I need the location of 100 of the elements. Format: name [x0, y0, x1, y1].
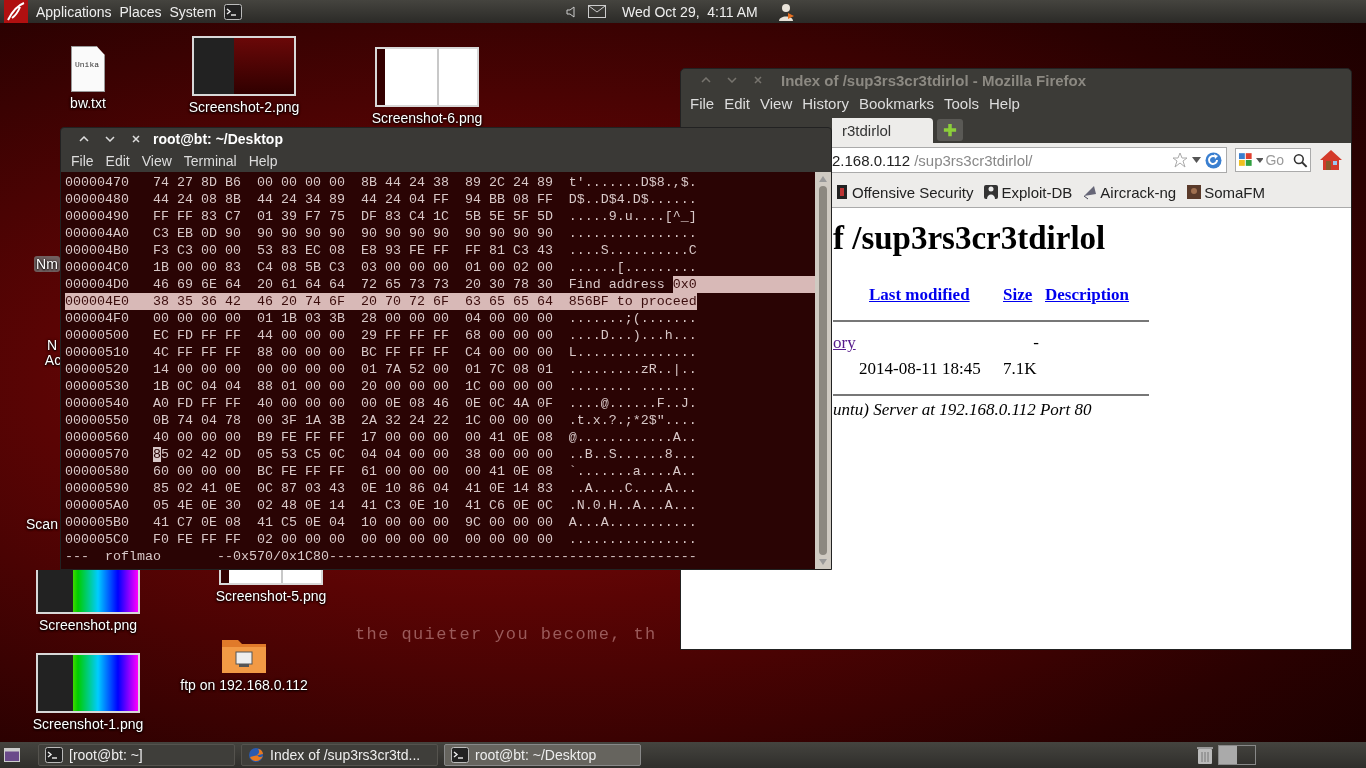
home-icon[interactable] — [1319, 149, 1343, 171]
hex-bytes: 85 02 42 0D 05 53 C5 0C 04 04 00 00 38 00 00 00 — [152, 446, 554, 463]
column-header-link[interactable]: Last modified — [859, 282, 1003, 308]
clock[interactable]: Wed Oct 29, 4:11 AM — [622, 3, 758, 20]
hex-offset: 000004A0 — [65, 225, 129, 242]
image-thumbnail[interactable] — [36, 570, 140, 614]
app-logo-icon[interactable] — [4, 0, 28, 23]
dropdown-icon[interactable] — [1255, 157, 1264, 163]
browser-tab[interactable]: r3tdirlol — [832, 118, 933, 143]
panel-menu[interactable]: Applications — [32, 3, 116, 20]
file-link[interactable]: ory — [833, 330, 859, 356]
file-label: Scan — [26, 516, 58, 532]
menu-item[interactable]: Edit — [99, 152, 136, 169]
ascii-text: L............... — [568, 344, 697, 361]
ascii-text: ........ ....... — [568, 378, 697, 395]
image-thumbnail[interactable] — [192, 36, 296, 96]
wallpaper-slogan: the quieter you become, th — [355, 625, 657, 644]
dropdown-icon[interactable] — [1192, 157, 1201, 163]
search-field[interactable]: Go — [1235, 148, 1311, 172]
hex-bytes: EC FD FF FF 44 00 00 00 29 FF FF FF 68 00 00 00 — [152, 327, 554, 344]
selected-text: 0x0 — [672, 276, 815, 293]
address-bar[interactable]: 2.168.0.112 /sup3rs3cr3tdirlol/ — [832, 147, 1227, 173]
ascii-text: .t.x.?.;*2$".... — [568, 412, 697, 429]
panel-menu[interactable]: System — [165, 3, 221, 20]
ascii-text: ....D...)...h... — [568, 327, 697, 344]
ascii-text: 856BF to proceed — [568, 293, 697, 310]
bookmark-link[interactable]: SomaFM — [1186, 183, 1265, 201]
new-tab-button[interactable] — [937, 119, 963, 141]
hex-bytes: 14 00 00 00 00 00 00 00 01 7A 52 00 01 7C 08 01 — [152, 361, 554, 378]
menu-item[interactable]: Tools — [939, 94, 984, 112]
mail-icon[interactable] — [588, 5, 606, 18]
ascii-text: ..B..S......8... — [568, 446, 697, 463]
taskbar-button[interactable]: root@bt: ~/Desktop — [444, 744, 641, 766]
table-cell-text: 7.1K — [1003, 358, 1038, 380]
menu-item[interactable]: File — [65, 152, 100, 169]
table-cell-text: - — [1032, 332, 1040, 354]
table-cell-text: 2014-08-11 18:45 — [859, 358, 982, 380]
file-label: bw.txt — [70, 95, 106, 111]
status-line: --- roflmao --0x570/0x1C80---------------------------------------------- — [65, 548, 697, 565]
reload-icon[interactable] — [1205, 151, 1222, 169]
column-header-link[interactable]: Size — [1003, 282, 1045, 308]
ascii-text: .........zR..|.. — [568, 361, 697, 378]
trash-icon[interactable] — [1196, 745, 1214, 765]
menu-item[interactable]: Terminal — [177, 152, 243, 169]
terminal-icon — [451, 747, 469, 763]
panel-menu[interactable]: Places — [115, 3, 166, 20]
taskbar-button[interactable]: [root@bt: ~] — [38, 744, 235, 766]
hex-bytes: 05 4E 0E 30 02 48 0E 14 41 C3 0E 10 41 C6 0E 0C — [152, 497, 554, 514]
image-thumbnail[interactable] — [36, 653, 140, 713]
ascii-text: .....9.u....[^_] — [568, 208, 697, 225]
hex-bytes: 46 69 6E 64 20 61 64 64 72 65 73 73 20 30 78 30 — [152, 276, 554, 293]
hex-offset: 000004E0 — [65, 293, 129, 310]
hex-offset: 00000530 — [65, 378, 129, 395]
menu-item[interactable]: Help — [984, 94, 1025, 112]
hex-bytes: 0B 74 04 78 00 3F 1A 3B 2A 32 24 22 1C 00 00 00 — [152, 412, 554, 429]
menu-item[interactable]: Edit — [719, 94, 756, 112]
menu-item[interactable]: History — [797, 94, 854, 112]
plus-icon[interactable] — [943, 122, 957, 138]
hex-offset: 00000540 — [65, 395, 129, 412]
hex-bytes: 00 00 00 00 01 1B 03 3B 28 00 00 00 04 00 00 00 — [152, 310, 554, 327]
file-label: Screenshot-2.png — [188, 99, 300, 115]
hex-bytes: A0 FD FF FF 40 00 00 00 00 0E 08 46 0E 0C 4A 0F — [152, 395, 554, 412]
hex-offset: 00000590 — [65, 480, 129, 497]
bookmark-link[interactable]: Exploit-DB — [983, 183, 1073, 201]
search-icon[interactable] — [1293, 152, 1308, 168]
ascii-text: ................ — [568, 225, 697, 242]
ascii-text: ....@......F..J. — [568, 395, 697, 412]
image-thumbnail[interactable] — [375, 47, 479, 107]
menu-item[interactable]: View — [755, 94, 798, 112]
ascii-text: ......[......... — [568, 259, 697, 276]
star-icon[interactable] — [1172, 152, 1188, 168]
hex-bytes: 1B 0C 04 04 88 01 00 00 20 00 00 00 1C 00 00 00 — [152, 378, 554, 395]
bookmark-favicon-icon — [983, 184, 1000, 200]
menu-item[interactable]: Bookmarks — [853, 94, 939, 112]
hex-offset: 00000560 — [65, 429, 129, 446]
file-label: Ac — [44, 352, 62, 368]
workspace-switcher[interactable] — [1218, 745, 1256, 765]
menu-item[interactable]: View — [135, 152, 178, 169]
menu-item[interactable]: Help — [242, 152, 284, 169]
text-file-icon[interactable]: Unika — [71, 46, 105, 92]
menu-item[interactable]: File — [685, 94, 720, 112]
ascii-text: t'.......D$8.,$. — [568, 174, 697, 191]
ascii-text: ....S..........C — [568, 242, 697, 259]
taskbar-button[interactable]: Index of /sup3rs3cr3td... — [241, 744, 438, 766]
bookmark-link[interactable]: Offensive Security — [834, 183, 974, 201]
page-heading: f /sup3rs3cr3tdirlol — [833, 219, 1107, 258]
column-header-link[interactable]: Description — [1045, 282, 1149, 308]
hex-offset: 00000500 — [65, 327, 129, 344]
speaker-icon[interactable] — [566, 4, 578, 19]
hex-offset: 00000480 — [65, 191, 129, 208]
hex-bytes: 60 00 00 00 BC FE FF FF 61 00 00 00 00 41 0E 08 — [152, 463, 554, 480]
hex-offset: 000005C0 — [65, 531, 129, 548]
window-title: root@bt: ~/Desktop — [153, 130, 283, 147]
show-desktop-icon[interactable] — [4, 748, 20, 762]
search-engine-icon[interactable] — [1238, 152, 1254, 168]
hex-bytes: 40 00 00 00 B9 FE FF FF 17 00 00 00 00 41 0E 08 — [152, 429, 554, 446]
hex-bytes: 74 27 8D B6 00 00 00 00 8B 44 24 38 89 2C 24 89 — [152, 174, 554, 191]
hex-bytes: 44 24 08 8B 44 24 34 89 44 24 04 FF 94 BB 08 FF — [152, 191, 554, 208]
bookmark-link[interactable]: Aircrack-ng — [1082, 183, 1177, 201]
window-title: Index of /sup3rs3cr3tdirlol - Mozilla Firefox — [781, 71, 1087, 89]
